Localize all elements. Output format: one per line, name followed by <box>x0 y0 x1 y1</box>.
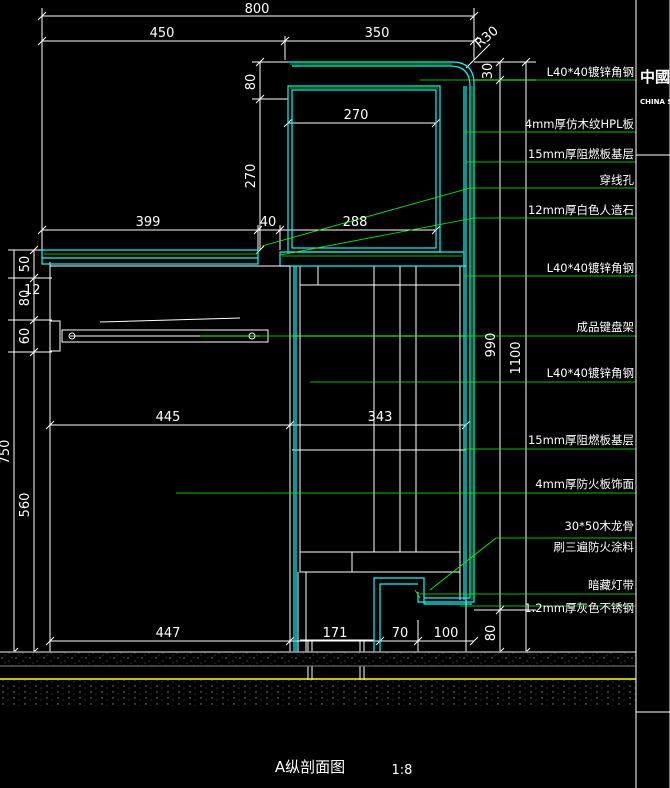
note-fireproof-base-1: 15mm厚阻燃板基层 <box>528 147 634 161</box>
logo-main: 中國 <box>640 68 670 86</box>
dim-top-left: 450 <box>150 26 175 41</box>
dim-v1100: 1100 <box>509 341 524 374</box>
dim-gap40: 40 <box>260 215 277 230</box>
drawing-scale: 1:8 <box>392 763 413 778</box>
logo-sub: CHINA S <box>640 98 670 106</box>
dim-top-total: 800 <box>245 2 270 17</box>
dim-v30-right: 30 <box>481 63 496 80</box>
note-artificial-stone: 12mm厚白色人造石 <box>528 203 634 217</box>
dim-bottom-100: 100 <box>434 626 459 641</box>
dim-v750: 750 <box>0 440 13 465</box>
dimension-lines <box>8 8 536 657</box>
dim-v12: 12 <box>24 283 41 298</box>
dim-upper-left: 399 <box>136 215 161 230</box>
dim-upper-height: 270 <box>244 164 259 189</box>
note-hidden-light: 暗藏灯带 <box>588 578 634 592</box>
note-fireproof-base-2: 15mm厚阻燃板基层 <box>528 433 634 447</box>
dim-v990: 990 <box>484 333 499 358</box>
keyboard-tray <box>49 265 290 352</box>
dim-v50: 50 <box>18 256 33 273</box>
note-wood-keel: 30*50木龙骨 <box>564 519 634 533</box>
note-fire-board-finish: 4mm厚防火板饰面 <box>535 477 634 491</box>
dim-bottom-171: 171 <box>323 626 348 641</box>
note-fire-coating: 刷三遍防火涂料 <box>554 540 635 554</box>
note-keyboard-tray: 成品键盘架 <box>577 320 635 334</box>
note-angle-steel-1: L40*40镀锌角钢 <box>547 65 634 79</box>
dim-top-right: 350 <box>365 26 390 41</box>
hpl-layers <box>44 63 473 600</box>
note-hpl-board: 4mm厚仿木纹HPL板 <box>525 117 635 131</box>
floor-slab <box>0 651 636 706</box>
panel-layers <box>41 61 475 652</box>
dimension-labels: 800 450 350 R30 270 80 270 399 40 288 50… <box>0 2 524 641</box>
dim-h80-top: 80 <box>244 74 259 91</box>
note-stainless-steel: 1.2mm厚灰色不锈钢 <box>524 601 634 615</box>
dim-radius: R30 <box>472 24 501 52</box>
drawing-title: A纵剖面图 <box>275 758 345 776</box>
dim-v560: 560 <box>18 493 33 518</box>
dim-mid-left: 445 <box>156 410 181 425</box>
furniture-frame <box>49 262 467 653</box>
note-angle-steel-2: L40*40镀锌角钢 <box>547 261 634 275</box>
dim-bottom-70: 70 <box>392 626 409 641</box>
dim-inner-width: 270 <box>344 108 369 123</box>
material-notes: L40*40镀锌角钢 4mm厚仿木纹HPL板 15mm厚阻燃板基层 穿线孔 12… <box>524 65 634 615</box>
note-angle-steel-3: L40*40镀锌角钢 <box>547 366 634 380</box>
dim-v80-bottom: 80 <box>484 625 499 642</box>
section-drawing: 800 450 350 R30 270 80 270 399 40 288 50… <box>0 0 670 788</box>
sheet-border <box>635 0 670 788</box>
dim-mid-right: 343 <box>368 410 393 425</box>
dim-v60: 60 <box>18 328 33 345</box>
dim-bottom-left: 447 <box>156 626 181 641</box>
dim-upper-right: 288 <box>343 215 368 230</box>
note-cable-hole: 穿线孔 <box>600 173 635 187</box>
